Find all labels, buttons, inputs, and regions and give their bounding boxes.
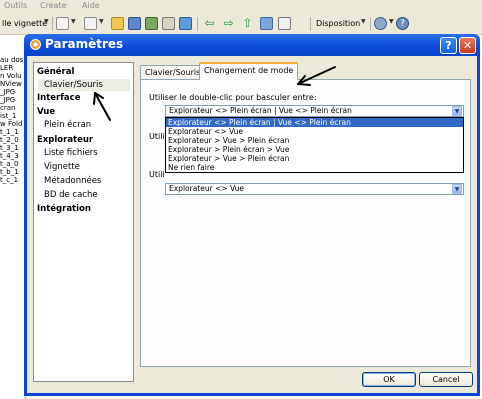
toolbar-separator xyxy=(197,17,198,31)
nav-plein-ecran[interactable]: Plein écran xyxy=(44,120,91,130)
toolbar-separator xyxy=(52,17,53,31)
nav-interface[interactable]: Interface xyxy=(37,93,80,103)
nav-liste-fichiers[interactable]: Liste fichiers xyxy=(44,148,98,158)
tree-item[interactable]: w Fold xyxy=(0,120,25,128)
tree-item[interactable]: _JPG xyxy=(0,88,25,96)
page-dropdown-icon[interactable]: ▼ xyxy=(71,18,76,25)
folder-icon[interactable] xyxy=(111,17,124,30)
tree-item[interactable]: t_b_1 xyxy=(0,168,25,176)
third-mode-select[interactable]: Explorateur <> Vue ▼ xyxy=(165,183,464,195)
tree-item[interactable]: t_4_3 xyxy=(0,152,25,160)
tab-clavier-souris[interactable]: Clavier/Souris xyxy=(140,65,206,79)
nav-explorateur[interactable]: Explorateur xyxy=(37,135,93,145)
toolbar-separator xyxy=(370,17,371,31)
mode-dropdown-list: Explorateur <> Plein écran | Vue <> Plei… xyxy=(165,117,464,173)
double-click-mode-select[interactable]: Explorateur <> Plein écran | Vue <> Plei… xyxy=(165,105,464,117)
menu-outils[interactable]: Outils xyxy=(4,1,27,10)
back-arrow-icon[interactable]: ⇦ xyxy=(203,17,216,30)
dropdown-option[interactable]: Explorateur <> Vue xyxy=(166,127,463,136)
dropdown-option[interactable]: Explorateur <> Plein écran | Vue <> Plei… xyxy=(166,118,463,127)
dialog-title-bar[interactable]: Paramètres ? ✕ xyxy=(24,34,480,56)
dialog-title: Paramètres xyxy=(45,37,124,51)
nav-clavier-souris[interactable]: Clavier/Souris xyxy=(38,79,130,91)
tree-item[interactable]: cran xyxy=(0,104,25,112)
page-icon[interactable] xyxy=(56,17,69,30)
tab-changement-de-mode[interactable]: Changement de mode xyxy=(199,62,299,80)
dropdown-option[interactable]: Ne rien faire xyxy=(166,163,463,172)
double-click-label: Utiliser le double-clic pour basculer en… xyxy=(149,93,317,102)
tree-item[interactable]: au dos xyxy=(0,56,25,64)
tree-item[interactable]: t_2_0 xyxy=(0,136,25,144)
view-mode-combo[interactable]: lle vignette xyxy=(2,19,47,28)
list-view-icon[interactable] xyxy=(278,17,291,30)
slideshow-icon[interactable] xyxy=(162,17,175,30)
menu-aide[interactable]: Aide xyxy=(82,1,100,10)
thumbnails-icon[interactable] xyxy=(260,17,273,30)
folder-tree-panel: au dos LER n Volu NView _JPG _JPG cran i… xyxy=(0,35,26,399)
select-value: Explorateur <> Plein écran | Vue <> Plei… xyxy=(169,106,352,115)
nav-bd-cache[interactable]: BD de cache xyxy=(44,190,98,200)
file-icon[interactable] xyxy=(84,17,97,30)
tree-item[interactable]: n Volu xyxy=(0,72,25,80)
tree-item[interactable]: t_1_1 xyxy=(0,128,25,136)
disposition-dropdown-icon[interactable]: ▼ xyxy=(361,18,366,25)
tree-item[interactable]: _JPG xyxy=(0,96,25,104)
select-value: Explorateur <> Vue xyxy=(169,184,245,193)
third-option-label: Utili xyxy=(149,170,165,179)
ok-button[interactable]: OK xyxy=(362,372,416,387)
help-button[interactable]: ? xyxy=(440,37,457,54)
help-icon[interactable]: ? xyxy=(396,17,409,30)
dialog-client-area: Général Clavier/Souris Interface Vue Ple… xyxy=(27,56,477,393)
gear-icon[interactable] xyxy=(374,17,387,30)
tree-item[interactable]: ist_1 xyxy=(0,112,25,120)
tree-item[interactable]: NView xyxy=(0,80,25,88)
up-arrow-icon[interactable]: ⇧ xyxy=(241,17,254,30)
nav-general[interactable]: Général xyxy=(37,67,74,77)
view-mode-dropdown-icon[interactable]: ▼ xyxy=(44,18,49,25)
tree-item[interactable]: LER xyxy=(0,64,25,72)
menubar: Outils Create Aide xyxy=(0,0,482,13)
cancel-button[interactable]: Cancel xyxy=(419,372,473,387)
tab-pane: Utiliser le double-clic pour basculer en… xyxy=(140,79,471,367)
menu-create[interactable]: Create xyxy=(40,1,67,10)
dropdown-option[interactable]: Explorateur > Vue > Plein écran xyxy=(166,136,463,145)
chevron-down-icon[interactable]: ▼ xyxy=(452,106,462,116)
tree-item[interactable]: t_a_0 xyxy=(0,160,25,168)
nav-integration[interactable]: Intégration xyxy=(37,204,91,214)
nav-vue[interactable]: Vue xyxy=(37,107,55,117)
disposition-button[interactable]: Disposition xyxy=(316,19,360,28)
tree-item[interactable]: t_c_1 xyxy=(0,176,25,184)
settings-nav-tree: Général Clavier/Souris Interface Vue Ple… xyxy=(33,62,134,382)
settings-dialog: Paramètres ? ✕ Général Clavier/Souris In… xyxy=(24,34,480,396)
close-button[interactable]: ✕ xyxy=(459,37,476,54)
monitor-icon[interactable] xyxy=(179,17,192,30)
settings-dropdown-icon[interactable]: ▼ xyxy=(389,18,394,25)
file-dropdown-icon[interactable]: ▼ xyxy=(99,18,104,25)
forward-arrow-icon[interactable]: ⇨ xyxy=(222,17,235,30)
dropdown-option[interactable]: Explorateur > Plein écran > Vue xyxy=(166,145,463,154)
chevron-down-icon[interactable]: ▼ xyxy=(452,184,462,194)
gear-icon xyxy=(30,39,41,50)
save-icon[interactable] xyxy=(128,17,141,30)
tree-item[interactable]: t_3_1 xyxy=(0,144,25,152)
dropdown-option[interactable]: Explorateur > Vue > Plein écran xyxy=(166,154,463,163)
toolbar: lle vignette ▼ ▼ ▼ ⇦ ⇨ ⇧ Disposition ▼ ▼… xyxy=(0,13,482,35)
image-icon[interactable] xyxy=(145,17,158,30)
toolbar-separator xyxy=(310,17,311,31)
second-option-label: Utili xyxy=(149,132,165,141)
nav-vignette[interactable]: Vignette xyxy=(44,162,80,172)
nav-metadonnees[interactable]: Métadonnées xyxy=(44,176,101,186)
